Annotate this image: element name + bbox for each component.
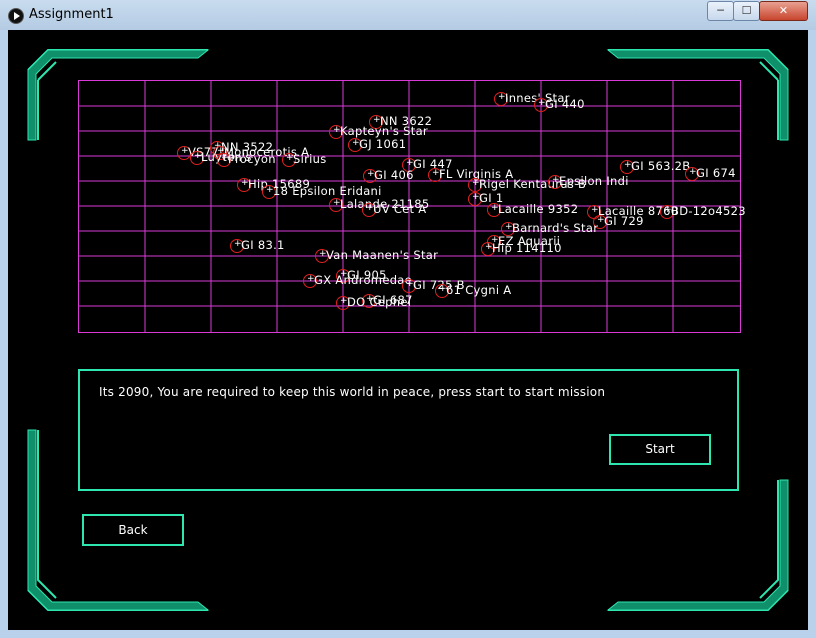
- title-bar[interactable]: Assignment1 ─ ☐ ✕: [0, 0, 816, 30]
- star-label: GI 440: [545, 97, 585, 111]
- mission-message-text: Its 2090, You are required to keep this …: [99, 385, 606, 399]
- game-canvas: + Innes' Star + GI 440 + NN 3622 + Kapteyn's…: [8, 30, 808, 630]
- back-button[interactable]: Back: [82, 514, 184, 546]
- star-map: + Innes' Star + GI 440 + NN 3622 + Kapteyn's…: [78, 80, 746, 333]
- star-label: DO Cephei: [347, 295, 412, 309]
- star-label: BD-12o4523: [671, 204, 746, 218]
- star-label: Van Maanen's Star: [326, 248, 439, 262]
- start-button[interactable]: Start: [609, 434, 711, 465]
- star-label: GI 563.2B: [631, 159, 691, 173]
- app-window: Assignment1 ─ ☐ ✕ + Innes' Star + GI 440…: [0, 0, 816, 638]
- star-label: GI 729: [604, 214, 644, 228]
- star-label: GX Andromedae: [314, 273, 413, 287]
- maximize-button[interactable]: ☐: [733, 1, 760, 21]
- star-label: GI 83.1: [241, 238, 285, 252]
- star-label: Hip 114110: [492, 241, 562, 255]
- star-label: Lacaille 9352: [498, 202, 579, 216]
- app-icon: [8, 8, 24, 24]
- star-label: Procyon: [228, 152, 276, 166]
- star-label: GJ 1061: [359, 137, 407, 151]
- star-label: 61 Cygni A: [446, 283, 512, 297]
- star-label: UV Cet A: [373, 202, 427, 216]
- star-label: Sirius: [293, 152, 327, 166]
- minimize-button[interactable]: ─: [707, 1, 734, 21]
- close-button[interactable]: ✕: [759, 1, 808, 21]
- window-title: Assignment1: [29, 7, 114, 22]
- star-label: GI 674: [696, 166, 736, 180]
- star-label: GI 406: [374, 168, 414, 182]
- mission-message-panel: Its 2090, You are required to keep this …: [78, 369, 739, 491]
- star-label: Epsilon Indi: [559, 174, 629, 188]
